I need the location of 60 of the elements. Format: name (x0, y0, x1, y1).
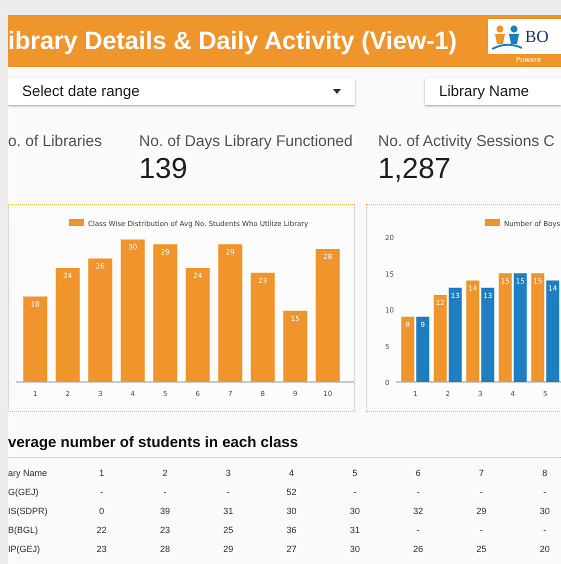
table-cell-text: 32 (412, 506, 424, 516)
kpi-label: No. of Days Library Functioned (139, 133, 354, 151)
date-range-dropdown[interactable]: Select date range (8, 78, 355, 105)
table-cell-text: 36 (286, 524, 298, 534)
table-cell-text: IS(SDPR) (8, 506, 49, 516)
table-cell-text: - (416, 524, 421, 534)
table-cell-text: 31 (348, 524, 361, 534)
table-cell-text: - (226, 486, 231, 496)
table-cell-text: 23 (158, 524, 171, 534)
children-figures-icon (492, 24, 522, 50)
column-header: 1 (98, 468, 106, 478)
kpi-value: 1,287 (378, 153, 452, 186)
table-cell-text: B(BGL) (8, 524, 40, 534)
table-cell-text: 30 (348, 506, 361, 516)
table-cell-text: 28 (158, 544, 171, 554)
table-cell-text: - (478, 524, 484, 534)
kpi-label: o. of Libraries (8, 133, 103, 151)
table-cell-text: 29 (475, 506, 488, 516)
table-cell-text: - (542, 486, 548, 496)
table-cell-text: 22 (96, 524, 108, 534)
chart-bar (283, 310, 308, 382)
table-title: verage number of students in each class (8, 434, 300, 451)
column-header: 2 (161, 468, 168, 478)
table-cell-text: 23 (96, 544, 108, 554)
table-cell-text: 20 (538, 544, 551, 554)
column-header: 8 (541, 468, 548, 478)
table-cell-text: - (478, 486, 484, 496)
table-cell-text: 52 (286, 486, 298, 496)
chart-bar (401, 316, 414, 382)
table-cell-text: 31 (222, 506, 234, 516)
table-cell-text: - (542, 524, 548, 534)
table-cell-text: 25 (222, 524, 234, 534)
table-cell-text: 29 (222, 544, 234, 554)
library-name-field[interactable]: Library Name (425, 78, 561, 105)
table-cell-text: - (162, 486, 168, 496)
table-cell-text: 30 (348, 544, 361, 554)
kpi-value: 139 (139, 153, 188, 186)
column-header: 6 (414, 468, 422, 478)
column-header: 7 (478, 468, 485, 478)
chart-bar (416, 316, 430, 382)
table-cell-text: 27 (286, 544, 298, 554)
table-cell-text: 30 (538, 506, 551, 516)
table-cell-text: - (99, 486, 104, 496)
column-header: 5 (351, 468, 358, 478)
table-cell-text: 25 (475, 544, 488, 554)
table-cell-text: 26 (412, 544, 424, 554)
column-header: 4 (288, 468, 296, 478)
table-cell-text: 0 (98, 506, 106, 516)
logo-text: BO (525, 26, 549, 46)
caret-icon (333, 89, 341, 94)
column-header: ary Name (8, 468, 48, 478)
table-cell-text: - (416, 486, 421, 496)
table-cell-text: 30 (286, 506, 298, 516)
column-header: 3 (224, 468, 232, 478)
kpi-label: No. of Activity Sessions C (378, 133, 556, 151)
table-cell-text: 39 (158, 506, 171, 516)
table-cell-text: G(GEJ) (8, 486, 40, 496)
dashboard-title: ibrary Details & Daily Activity (View-1) (8, 26, 457, 56)
table-cell-text: IP(GEJ) (8, 544, 42, 554)
table-cell-text: - (352, 486, 358, 496)
